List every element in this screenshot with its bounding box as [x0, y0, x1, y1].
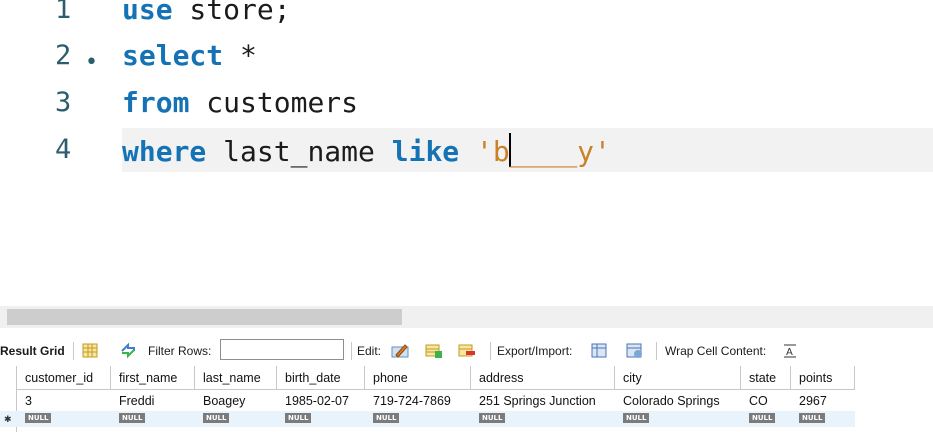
- null-badge: NULL: [623, 413, 650, 423]
- add-row-icon[interactable]: [425, 342, 443, 359]
- string-literal: ____y': [509, 135, 611, 168]
- export-import-label: Export/Import:: [497, 344, 573, 358]
- result-grid-label[interactable]: Result Grid: [0, 344, 65, 358]
- scrollbar-thumb[interactable]: [7, 309, 402, 325]
- wrap-cell-icon[interactable]: A: [783, 342, 797, 359]
- null-badge: NULL: [203, 413, 230, 423]
- null-badge: NULL: [749, 413, 776, 423]
- keyword-like: like: [391, 135, 460, 168]
- code-text: store;: [172, 0, 291, 26]
- cell-first-name[interactable]: Freddi: [111, 392, 154, 409]
- null-badge: NULL: [799, 413, 826, 423]
- column-header-customer-id[interactable]: customer_id: [17, 366, 111, 390]
- svg-text:A: A: [786, 347, 793, 358]
- line-number: 4: [55, 134, 72, 165]
- cell-address[interactable]: 251 Springs Junction: [471, 392, 596, 409]
- code-line[interactable]: select *: [122, 39, 257, 72]
- table-row[interactable]: 3 Freddi Boagey 1985-02-07 719-724-7869 …: [0, 392, 933, 409]
- column-header-last-name[interactable]: last_name: [195, 366, 277, 390]
- column-header-birth-date[interactable]: birth_date: [277, 366, 365, 390]
- edit-label: Edit:: [357, 344, 382, 358]
- null-badge: NULL: [25, 413, 52, 423]
- column-header-city[interactable]: city: [615, 366, 741, 390]
- delete-row-icon[interactable]: [458, 342, 476, 359]
- export-icon[interactable]: [591, 342, 609, 359]
- import-icon[interactable]: [626, 342, 644, 359]
- refresh-icon[interactable]: [119, 342, 137, 359]
- wrap-cell-label: Wrap Cell Content:: [665, 344, 767, 358]
- fold-marker-icon[interactable]: •: [85, 50, 98, 75]
- cell-state[interactable]: CO: [741, 392, 768, 409]
- code-line[interactable]: from customers: [122, 86, 358, 119]
- grid-header: customer_id first_name last_name birth_d…: [0, 366, 933, 390]
- cell-customer-id[interactable]: 3: [17, 392, 32, 409]
- keyword-select: select: [122, 39, 224, 72]
- result-grid[interactable]: customer_id first_name last_name birth_d…: [0, 366, 933, 432]
- code-line[interactable]: where last_name like 'b____y': [122, 133, 611, 168]
- result-toolbar: Result Grid Filter Rows: Edit: Export/Im…: [0, 338, 933, 364]
- code-text: customers: [189, 86, 359, 119]
- keyword-use: use: [122, 0, 173, 26]
- cell-last-name[interactable]: Boagey: [195, 392, 245, 409]
- separator: [73, 342, 74, 360]
- separator: [490, 342, 491, 360]
- grid-view-icon[interactable]: [81, 342, 99, 359]
- sql-editor[interactable]: 1 2 • 3 4 use store; select * from custo…: [0, 0, 933, 290]
- separator: [656, 342, 657, 360]
- string-literal: 'b: [476, 135, 510, 168]
- keyword-from: from: [122, 86, 190, 119]
- column-header-state[interactable]: state: [741, 366, 791, 390]
- code-line[interactable]: use store;: [122, 0, 291, 26]
- null-badge: NULL: [119, 413, 146, 423]
- cell-city[interactable]: Colorado Springs: [615, 392, 720, 409]
- edit-row-icon[interactable]: [391, 342, 409, 359]
- filter-rows-label: Filter Rows:: [148, 344, 212, 358]
- horizontal-scrollbar[interactable]: [0, 306, 933, 328]
- line-number: 2: [55, 40, 72, 71]
- cell-phone[interactable]: 719-724-7869: [365, 392, 451, 409]
- cell-birth-date[interactable]: 1985-02-07: [277, 392, 349, 409]
- keyword-where: where: [122, 135, 207, 168]
- null-badge: NULL: [373, 413, 400, 423]
- null-badge: NULL: [479, 413, 506, 423]
- column-header-address[interactable]: address: [471, 366, 615, 390]
- null-badge: NULL: [285, 413, 312, 423]
- filter-rows-input[interactable]: [220, 339, 344, 360]
- column-header-phone[interactable]: phone: [365, 366, 471, 390]
- column-header-points[interactable]: points: [791, 366, 855, 390]
- new-row[interactable]: NULL NULL NULL NULL NULL NULL NULL NULL …: [0, 411, 855, 427]
- code-text: *: [223, 39, 257, 72]
- line-number: 3: [55, 87, 72, 118]
- column-header-first-name[interactable]: first_name: [111, 366, 195, 390]
- separator: [351, 342, 352, 360]
- cell-points[interactable]: 2967: [791, 392, 827, 409]
- line-number: 1: [55, 0, 72, 25]
- code-text: last_name: [206, 135, 392, 168]
- new-row-marker-icon: ✱: [4, 414, 12, 424]
